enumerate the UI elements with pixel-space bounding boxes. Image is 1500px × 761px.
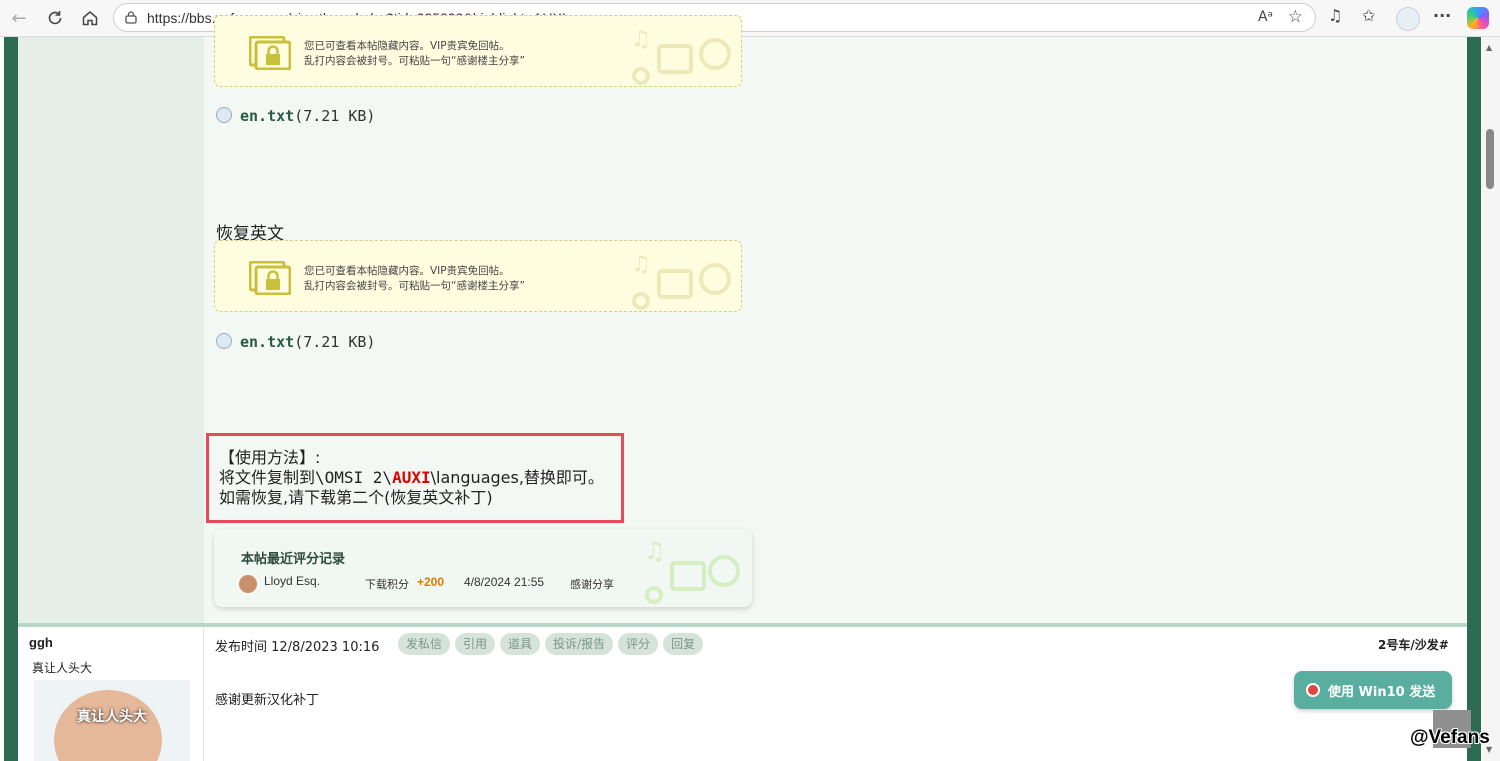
film-reel-icon: ♫ — [631, 27, 731, 85]
rating-user-avatar[interactable] — [239, 575, 257, 593]
attachment-size: (7.21 KB) — [294, 333, 376, 351]
avatar[interactable]: 真让人头大 — [34, 680, 190, 761]
post-floor[interactable]: 2号车/沙发# — [1378, 636, 1449, 653]
attachment-size: (7.21 KB) — [294, 107, 376, 125]
post2-time: 发布时间 12/8/2023 10:16 — [215, 640, 380, 655]
hidden-lock-icon — [249, 36, 291, 70]
file-icon — [216, 333, 232, 349]
hidden-notice-line2: 乱打内容会被封号。可粘贴一句“感谢楼主分享” — [304, 55, 525, 67]
page: ▲ ▼ 您已可查看本帖隐藏内容。VIP贵宾免回帖。 乱打内容会被封号。可粘贴一句… — [0, 15, 1500, 761]
rating-reason: 感谢分享 — [570, 578, 614, 591]
post1-sidebar — [18, 37, 204, 623]
rating-date: 4/8/2024 21:55 — [464, 575, 545, 589]
rating-title: 本帖最近评分记录 — [241, 552, 346, 567]
hidden-content-notice: 您已可查看本帖隐藏内容。VIP贵宾免回帖。 乱打内容会被封号。可粘贴一句“感谢楼… — [214, 15, 742, 87]
rating-points: +200 — [417, 575, 445, 589]
home-icon[interactable] — [77, 5, 103, 31]
send-pm-button[interactable]: 发私信 — [398, 633, 451, 655]
frame-border-right — [1467, 37, 1481, 761]
scroll-up-icon[interactable]: ▲ — [1486, 43, 1492, 52]
attachment-name[interactable]: en.txt — [240, 333, 294, 351]
win10-send-label: 使用 Win10 发送 — [1328, 684, 1436, 700]
attachment-name[interactable]: en.txt — [240, 107, 294, 125]
scrollbar-thumb[interactable] — [1486, 129, 1494, 189]
avatar-caption: 真让人头大 — [77, 709, 147, 725]
favorite-star-icon[interactable]: ☆ — [1288, 7, 1303, 27]
svg-text:♫: ♫ — [631, 27, 651, 52]
post2-username[interactable]: ggh — [29, 635, 53, 650]
more-icon[interactable]: ··· — [1433, 6, 1451, 25]
post2-message: 感谢更新汉化补丁 — [215, 693, 320, 708]
watermark: @Vefans — [1410, 727, 1490, 748]
rate-button[interactable]: 评分 — [618, 633, 659, 655]
rating-user[interactable]: Lloyd Esq. — [264, 574, 320, 588]
hidden-content-notice: 您已可查看本帖隐藏内容。VIP贵宾免回帖。 乱打内容会被封号。可粘贴一句“感谢楼… — [214, 240, 742, 312]
copilot-icon[interactable] — [1467, 7, 1489, 29]
svg-text:♫: ♫ — [631, 252, 651, 277]
post-actions: 发私信 引用 道具 投诉/报告 评分 回复 — [398, 633, 704, 655]
music-extension-icon[interactable]: ♫ — [1328, 6, 1342, 25]
attachment-link[interactable]: en.txt(7.21 KB) — [216, 333, 375, 353]
quote-button[interactable]: 引用 — [455, 633, 496, 655]
reply-button[interactable]: 回复 — [663, 633, 704, 655]
favorites-icon[interactable]: ✩ — [1362, 6, 1375, 25]
report-button[interactable]: 投诉/报告 — [545, 633, 614, 655]
post2-user-title: 真让人头大 — [32, 661, 93, 675]
film-reel-icon: ♫ — [644, 537, 740, 604]
svg-text:♫: ♫ — [644, 537, 666, 565]
hidden-notice-line2: 乱打内容会被封号。可粘贴一句“感谢楼主分享” — [304, 280, 525, 292]
read-aloud-icon[interactable]: Aᵃ — [1258, 9, 1273, 25]
usage-instructions: 【使用方法】: 将文件复制到\OMSI 2\AUXI\languages,替换即… — [206, 433, 624, 523]
music-note-icon: ♫ — [631, 252, 731, 310]
hidden-lock-icon — [249, 261, 291, 295]
post2-content — [204, 627, 1467, 761]
props-button[interactable]: 道具 — [500, 633, 541, 655]
refresh-icon[interactable] — [42, 5, 68, 31]
frame-border-left — [4, 37, 18, 761]
file-icon — [216, 107, 232, 123]
back-arrow-icon[interactable]: ← — [6, 5, 32, 31]
hidden-notice-line1: 您已可查看本帖隐藏内容。VIP贵宾免回帖。 — [304, 265, 510, 277]
rating-record-box: 本帖最近评分记录 Lloyd Esq. 下载积分 +200 4/8/2024 2… — [214, 529, 752, 607]
rating-label: 下载积分 — [365, 578, 409, 591]
win10-send-button[interactable]: 使用 Win10 发送 — [1294, 671, 1452, 709]
hidden-notice-line1: 您已可查看本帖隐藏内容。VIP贵宾免回帖。 — [304, 40, 510, 52]
usage-line-restore: 如需恢复,请下载第二个(恢复英文补丁) — [219, 488, 493, 507]
attachment-link[interactable]: en.txt(7.21 KB) — [216, 107, 375, 127]
profile-icon[interactable] — [1396, 7, 1420, 31]
win10-icon — [1306, 683, 1320, 697]
lock-icon[interactable] — [124, 10, 138, 24]
